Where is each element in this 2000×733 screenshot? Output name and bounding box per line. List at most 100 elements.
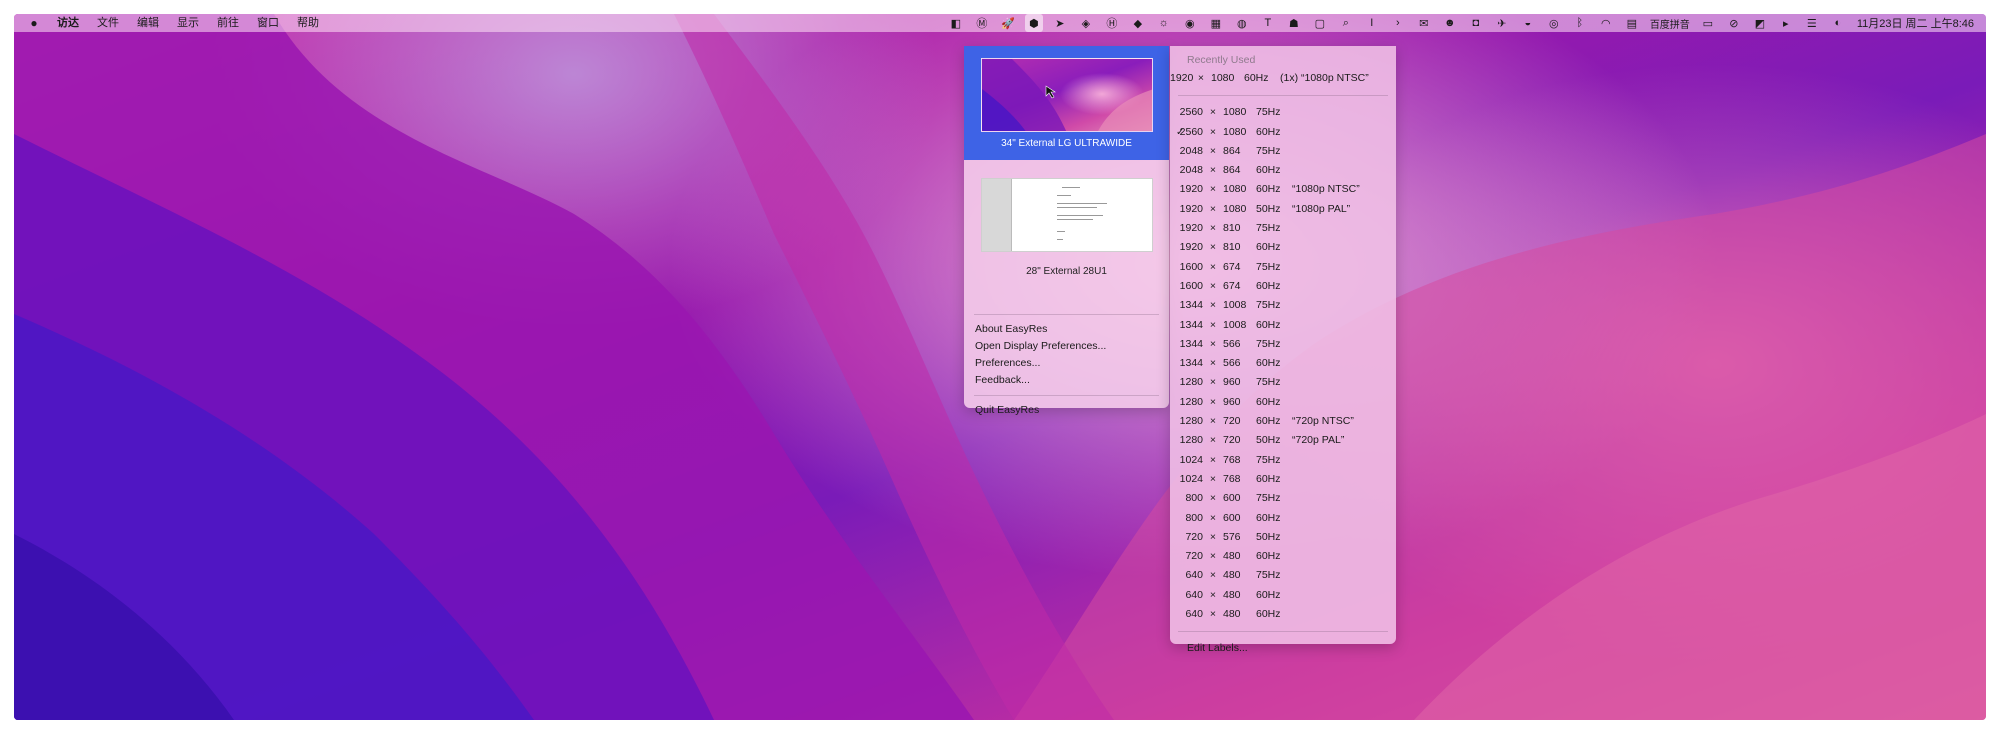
resolution-item[interactable]: 1344 × 1008 60Hz bbox=[1170, 316, 1396, 335]
menu-item-2[interactable]: 编辑 bbox=[128, 14, 168, 32]
resolution-height: 768 bbox=[1223, 453, 1241, 466]
easyres-menu-item-0[interactable]: About EasyRes bbox=[964, 321, 1169, 338]
resolution-item[interactable]: 2048 × 864 75Hz bbox=[1170, 142, 1396, 161]
mail-icon[interactable]: ✉ bbox=[1415, 14, 1433, 32]
input-method-label[interactable]: 百度拼音 bbox=[1645, 16, 1695, 31]
edit-labels-item[interactable]: Edit Labels... bbox=[1170, 639, 1396, 657]
battery-icon[interactable]: ▭ bbox=[1699, 14, 1717, 32]
resolution-item[interactable]: 1280 × 720 60Hz “720p NTSC” bbox=[1170, 412, 1396, 431]
easyres-icon[interactable]: ⬢ bbox=[1024, 14, 1043, 32]
resolution-item[interactable]: 1280 × 720 50Hz “720p PAL” bbox=[1170, 431, 1396, 450]
resolution-item[interactable]: 2048 × 864 60Hz bbox=[1170, 161, 1396, 180]
cat-icon[interactable]: ◒ bbox=[1519, 14, 1537, 32]
resolution-item[interactable]: 1280 × 960 60Hz bbox=[1170, 393, 1396, 412]
clock[interactable]: 11月23日 周二 上午8:46 bbox=[1857, 15, 1974, 31]
qq-icon[interactable]: ◆ bbox=[1129, 14, 1147, 32]
resolution-label: (1x) “1080p NTSC” bbox=[1280, 72, 1369, 84]
times-sign: × bbox=[1209, 530, 1217, 543]
h-app-icon[interactable]: Ⓗ bbox=[1103, 14, 1121, 32]
grid-icon[interactable]: ▦ bbox=[1207, 14, 1225, 32]
resolution-item[interactable]: 1920 × 810 75Hz bbox=[1170, 219, 1396, 238]
control-center-icon[interactable]: ☰ bbox=[1803, 14, 1821, 32]
display-item-28u1[interactable]: 28" External 28U1 bbox=[964, 160, 1169, 308]
refresh-rate: 75Hz bbox=[1256, 299, 1281, 312]
refresh-rate: 75Hz bbox=[1256, 569, 1281, 582]
menu-item-0[interactable]: 访达 bbox=[48, 14, 88, 32]
easyres-menu-item-1[interactable]: Open Display Preferences... bbox=[964, 338, 1169, 355]
times-sign: × bbox=[1209, 222, 1217, 235]
recent-resolution-item[interactable]: 1920 × 1080 60Hz (1x) “1080p NTSC” bbox=[1170, 69, 1396, 88]
resolution-height: 674 bbox=[1223, 279, 1241, 292]
resolution-item[interactable]: 1344 × 566 60Hz bbox=[1170, 354, 1396, 373]
resolution-item[interactable]: 720 × 576 50Hz bbox=[1170, 528, 1396, 547]
notification-icon[interactable]: ◘ bbox=[1467, 14, 1485, 32]
text-tool-icon[interactable]: T bbox=[1259, 14, 1277, 32]
refresh-rate: 75Hz bbox=[1256, 260, 1281, 273]
resolution-item[interactable]: 640 × 480 75Hz bbox=[1170, 566, 1396, 585]
rocket-icon[interactable]: 🚀 bbox=[999, 14, 1017, 32]
quit-easyres-item[interactable]: Quit EasyRes bbox=[964, 402, 1169, 419]
resolution-height: 864 bbox=[1223, 144, 1241, 157]
easyres-menu-item-3[interactable]: Feedback... bbox=[964, 372, 1169, 389]
refresh-rate: 75Hz bbox=[1256, 337, 1281, 350]
resolution-item[interactable]: ✓ 2560 × 1080 60Hz bbox=[1170, 123, 1396, 142]
resolution-width: 1024 bbox=[1179, 472, 1203, 485]
bird-icon[interactable]: ✈ bbox=[1493, 14, 1511, 32]
resolution-item[interactable]: 1280 × 960 75Hz bbox=[1170, 373, 1396, 392]
hat-icon[interactable]: ☗ bbox=[1285, 14, 1303, 32]
resolution-item[interactable]: 1920 × 1080 50Hz “1080p PAL” bbox=[1170, 200, 1396, 219]
chevron-right-icon[interactable]: › bbox=[1389, 14, 1407, 32]
search-icon[interactable]: ⌕ bbox=[1337, 14, 1355, 32]
cursor-icon[interactable]: I bbox=[1363, 14, 1381, 32]
speed-icon[interactable]: ◉ bbox=[1181, 14, 1199, 32]
m-app-icon[interactable]: Ⓜ bbox=[973, 14, 991, 32]
menu-item-1[interactable]: 文件 bbox=[88, 14, 128, 32]
menu-item-5[interactable]: 窗口 bbox=[248, 14, 288, 32]
times-sign: × bbox=[1209, 357, 1217, 370]
resolution-item[interactable]: 640 × 480 60Hz bbox=[1170, 586, 1396, 605]
bluetooth-icon[interactable]: ᛒ bbox=[1571, 14, 1589, 32]
refresh-rate: 50Hz bbox=[1256, 202, 1281, 215]
display-item-lg-ultrawide[interactable]: 34" External LG ULTRAWIDE bbox=[964, 46, 1169, 160]
bartender-icon[interactable]: ◧ bbox=[947, 14, 965, 32]
clipboard-icon[interactable]: ▤ bbox=[1623, 14, 1641, 32]
resolution-item[interactable]: 1920 × 1080 60Hz “1080p NTSC” bbox=[1170, 180, 1396, 199]
resolution-item[interactable]: 1344 × 566 75Hz bbox=[1170, 335, 1396, 354]
resolution-item[interactable]: 800 × 600 75Hz bbox=[1170, 489, 1396, 508]
resolution-item[interactable]: 1344 × 1008 75Hz bbox=[1170, 296, 1396, 315]
menu-item-4[interactable]: 前往 bbox=[208, 14, 248, 32]
send-icon[interactable]: ➤ bbox=[1051, 14, 1069, 32]
resolution-item[interactable]: 800 × 600 60Hz bbox=[1170, 509, 1396, 528]
play-icon[interactable]: ▸ bbox=[1777, 14, 1795, 32]
times-sign: × bbox=[1209, 164, 1217, 177]
resolution-width: 1344 bbox=[1179, 357, 1203, 370]
resolution-item[interactable]: 720 × 480 60Hz bbox=[1170, 547, 1396, 566]
resolution-item[interactable]: 1024 × 768 75Hz bbox=[1170, 451, 1396, 470]
easyres-menu-item-2[interactable]: Preferences... bbox=[964, 355, 1169, 372]
brightness-icon[interactable]: ☼ bbox=[1155, 14, 1173, 32]
resolution-width: 1920 bbox=[1179, 241, 1203, 254]
resolution-item[interactable]: 1600 × 674 75Hz bbox=[1170, 258, 1396, 277]
resolution-item[interactable]: 640 × 480 60Hz bbox=[1170, 605, 1396, 624]
contrast-icon[interactable]: ◩ bbox=[1751, 14, 1769, 32]
resolution-item[interactable]: 1920 × 810 60Hz bbox=[1170, 238, 1396, 257]
siri-icon[interactable]: ◐ bbox=[1829, 14, 1847, 32]
wifi-icon[interactable]: ◠ bbox=[1597, 14, 1615, 32]
resolution-height: 480 bbox=[1223, 550, 1241, 563]
resolution-item[interactable]: 1024 × 768 60Hz bbox=[1170, 470, 1396, 489]
wechat-icon[interactable]: ◎ bbox=[1545, 14, 1563, 32]
resolution-width: 1600 bbox=[1179, 260, 1203, 273]
menu-item-6[interactable]: 帮助 bbox=[288, 14, 328, 32]
mute-icon[interactable]: ⊘ bbox=[1725, 14, 1743, 32]
refresh-rate: 60Hz bbox=[1256, 608, 1281, 621]
menu-item-3[interactable]: 显示 bbox=[168, 14, 208, 32]
recently-used-header: Recently Used bbox=[1187, 54, 1256, 66]
face-icon[interactable]: ☻ bbox=[1441, 14, 1459, 32]
apple-logo-icon[interactable]: ● bbox=[26, 16, 42, 30]
layers-icon[interactable]: ◈ bbox=[1077, 14, 1095, 32]
resolution-item[interactable]: 1600 × 674 60Hz bbox=[1170, 277, 1396, 296]
refresh-rate: 75Hz bbox=[1256, 453, 1281, 466]
circle-app-icon[interactable]: ◍ bbox=[1233, 14, 1251, 32]
window-icon[interactable]: ▢ bbox=[1311, 14, 1329, 32]
resolution-item[interactable]: 2560 × 1080 75Hz bbox=[1170, 103, 1396, 122]
